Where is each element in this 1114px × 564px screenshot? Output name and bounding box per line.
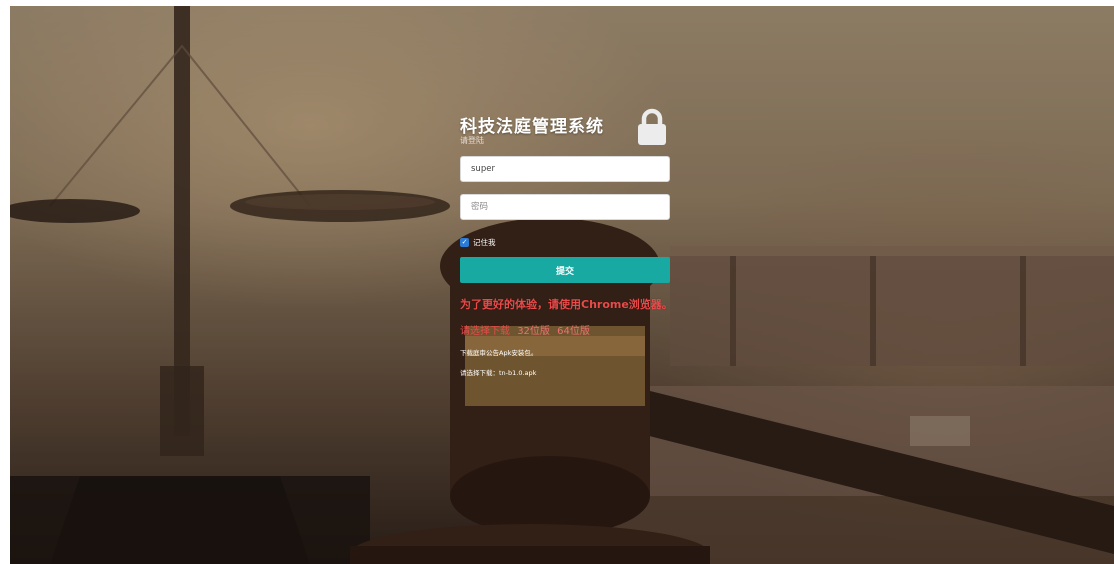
remember-me-row: ✓ 记住我	[460, 235, 672, 249]
submit-button[interactable]: 提交	[460, 257, 670, 283]
apk-notice: 下载庭审公告Apk安装包。	[460, 349, 538, 357]
browser-notice: 为了更好的体验，请使用Chrome浏览器。	[460, 298, 673, 311]
apk-download-link[interactable]: tn-b1.0.apk	[499, 369, 536, 377]
remember-me-label[interactable]: 记住我	[473, 237, 496, 248]
lock-icon	[638, 108, 666, 145]
login-header: 科技法庭管理系统 请登陆	[460, 106, 672, 154]
download-64bit-link[interactable]: 64位版	[557, 326, 590, 337]
app-title: 科技法庭管理系统	[460, 117, 604, 137]
login-panel: 科技法庭管理系统 请登陆 ✓ 记住我 提交 为了更好的体验，请使用Chrome浏…	[460, 106, 673, 377]
apk-download-prompt: 请选择下载：	[460, 369, 499, 377]
login-subtitle: 请登陆	[460, 136, 484, 145]
username-input[interactable]	[460, 156, 670, 182]
login-page-background: 科技法庭管理系统 请登陆 ✓ 记住我 提交 为了更好的体验，请使用Chrome浏…	[10, 6, 1114, 564]
checkbox-checked-icon: ✓	[461, 237, 468, 246]
apk-download-row: 请选择下载：tn-b1.0.apk	[460, 367, 672, 377]
download-32bit-link[interactable]: 32位版	[517, 326, 550, 337]
client-download-row: 请选择下载 32位版 64位版	[460, 322, 672, 337]
password-input[interactable]	[460, 194, 670, 220]
download-prompt: 请选择下载	[460, 326, 510, 337]
remember-me-checkbox[interactable]: ✓	[460, 237, 469, 247]
